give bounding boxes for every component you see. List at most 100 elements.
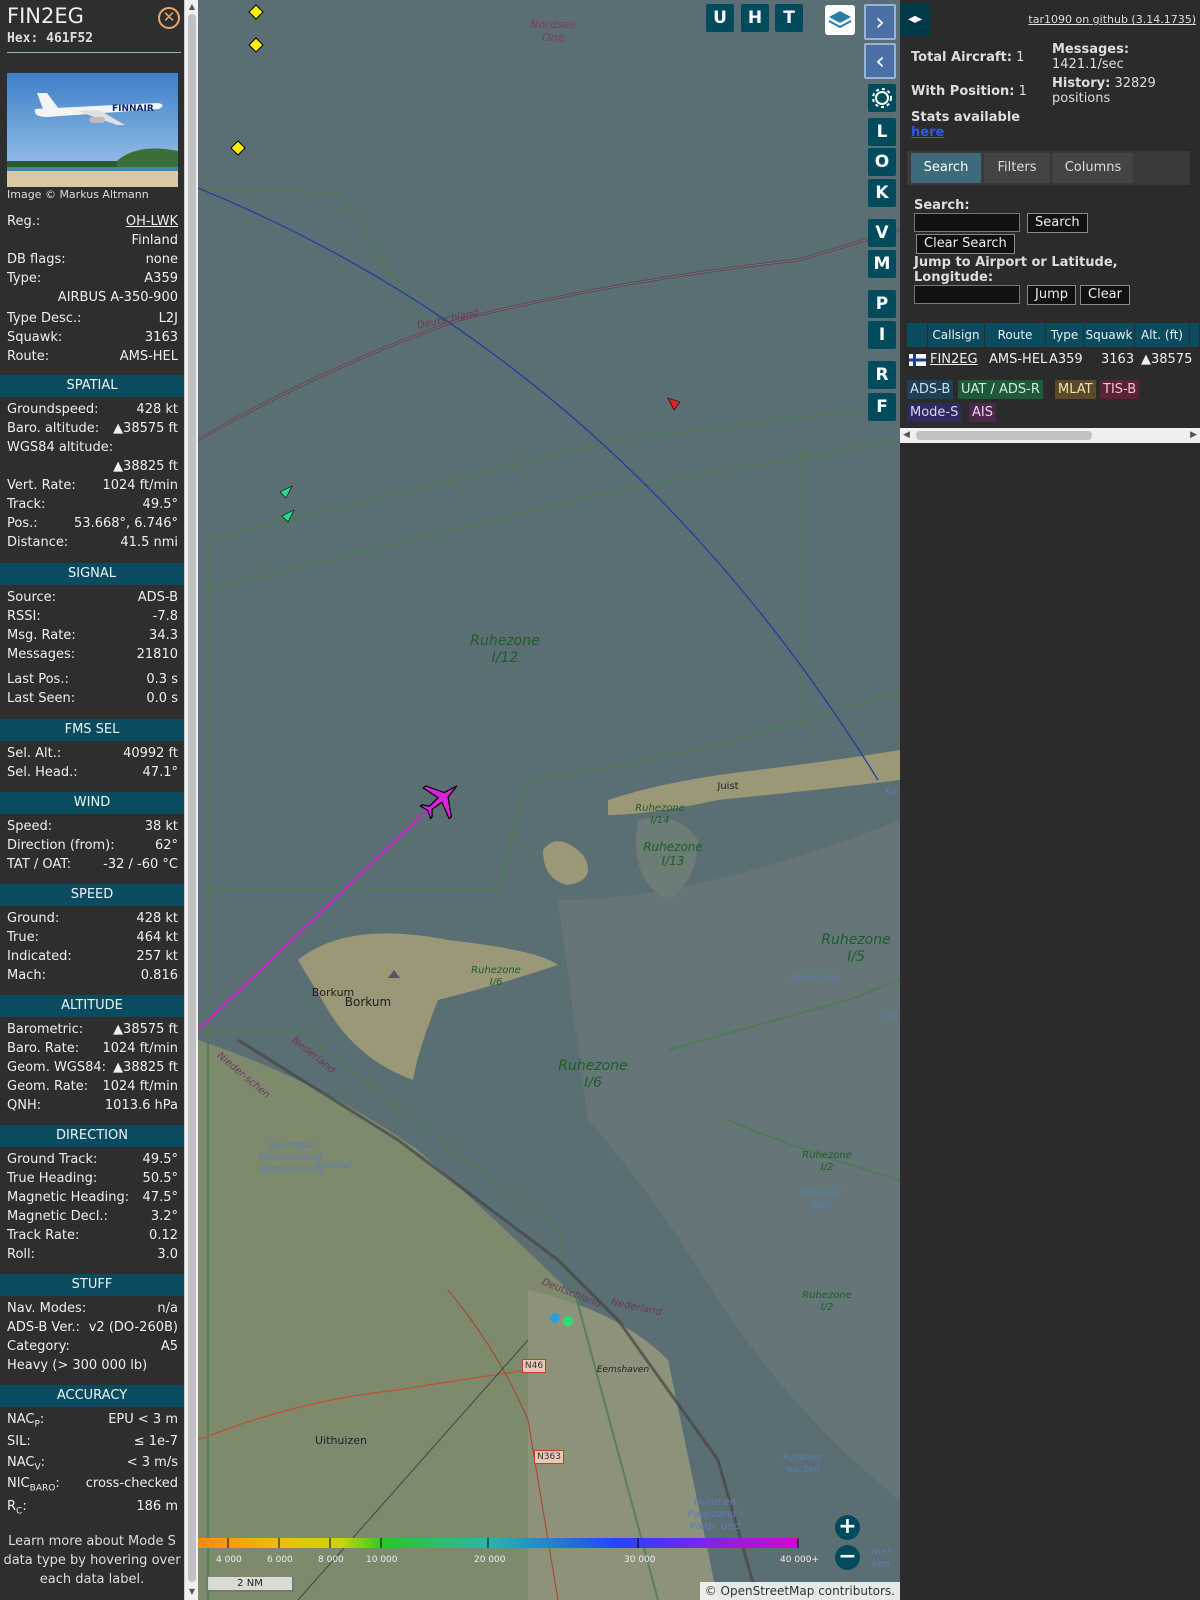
info-label[interactable]: Messages:	[7, 647, 75, 662]
info-label[interactable]: True Heading:	[7, 1171, 97, 1186]
legend-label: 4 000	[216, 1555, 242, 1565]
info-label[interactable]: Mach:	[7, 968, 46, 983]
info-label[interactable]: Geom. WGS84:	[7, 1060, 106, 1075]
detail-value: Finland	[131, 233, 178, 248]
zoom-out-icon[interactable]: −	[835, 1545, 860, 1570]
info-label[interactable]: Last Pos.:	[7, 672, 69, 687]
expand-arrows-icon[interactable]: ◂▸	[900, 3, 930, 36]
info-label[interactable]: Pos.:	[7, 516, 38, 531]
close-icon[interactable]: ✕	[158, 7, 180, 29]
toggle-i-button[interactable]: I	[868, 321, 896, 349]
table-header-route[interactable]: Route	[985, 323, 1046, 347]
info-label[interactable]: QNH:	[7, 1098, 41, 1113]
row-route: AMS-HEL	[989, 352, 1048, 367]
info-label[interactable]: Category:	[7, 1339, 70, 1354]
info-label[interactable]: RC:	[7, 1499, 27, 1517]
selected-aircraft-icon[interactable]	[413, 771, 470, 828]
scroll-right-icon[interactable]: ▶	[1190, 428, 1197, 443]
info-label[interactable]: Source:	[7, 590, 56, 605]
toggle-f-button[interactable]: F	[868, 393, 896, 421]
info-label[interactable]: Speed:	[7, 819, 52, 834]
toggle-l-button[interactable]: L	[868, 118, 896, 146]
search-input[interactable]	[914, 213, 1020, 232]
chevron-left-icon[interactable]: ‹	[864, 43, 896, 79]
toggle-v-button[interactable]: V	[868, 219, 896, 247]
table-header-more[interactable]	[1190, 323, 1200, 347]
info-label[interactable]: Msg. Rate:	[7, 628, 76, 643]
toggle-t-button[interactable]: T	[775, 4, 803, 32]
chevron-right-icon[interactable]: ›	[864, 4, 896, 40]
zoom-in-icon[interactable]: +	[835, 1515, 860, 1540]
info-label[interactable]: Sel. Head.:	[7, 765, 78, 780]
clear-button[interactable]: Clear	[1080, 285, 1130, 305]
scroll-up-icon[interactable]: ▲	[187, 1, 197, 13]
info-label[interactable]: Ground:	[7, 911, 59, 926]
scrollbar-thumb[interactable]	[188, 14, 196, 1582]
jump-button[interactable]: Jump	[1027, 285, 1076, 305]
info-label[interactable]: Baro. Rate:	[7, 1041, 79, 1056]
scroll-left-icon[interactable]: ◀	[903, 428, 910, 443]
info-label[interactable]: Indicated:	[7, 949, 72, 964]
info-label[interactable]: Magnetic Decl.:	[7, 1209, 108, 1224]
info-label[interactable]: Nav. Modes:	[7, 1301, 86, 1316]
toggle-u-button[interactable]: U	[706, 4, 734, 32]
table-header-altitude[interactable]: Alt. (ft)	[1135, 323, 1190, 347]
info-label[interactable]: Baro. altitude:	[7, 421, 99, 436]
info-label[interactable]: Vert. Rate:	[7, 478, 76, 493]
jump-input[interactable]	[914, 285, 1020, 304]
github-link[interactable]: tar1090 on github (3.14.1735)	[1028, 13, 1196, 26]
search-button[interactable]: Search	[1027, 213, 1088, 233]
info-label[interactable]: WGS84 altitude:	[7, 440, 113, 455]
tab-filters[interactable]: Filters	[984, 153, 1050, 183]
info-label[interactable]: NACV:	[7, 1455, 45, 1473]
aircraft-marker	[667, 397, 681, 411]
table-header-squawk[interactable]: Squawk	[1084, 323, 1135, 347]
info-label[interactable]: Barometric:	[7, 1022, 83, 1037]
info-panel-scrollbar[interactable]: ▲ ▼	[184, 0, 198, 1600]
info-label[interactable]: SIL:	[7, 1434, 31, 1449]
layers-icon[interactable]	[825, 5, 855, 35]
info-label[interactable]: Geom. Rate:	[7, 1079, 88, 1094]
toggle-o-button[interactable]: O	[868, 148, 896, 176]
info-label[interactable]: Track:	[7, 497, 45, 512]
scroll-down-icon[interactable]: ▼	[187, 1586, 197, 1598]
osm-link[interactable]: OpenStreetMap	[721, 1584, 815, 1598]
info-label[interactable]: Groundspeed:	[7, 402, 98, 417]
detail-row: Type: A359	[7, 271, 178, 289]
info-label[interactable]: True:	[7, 930, 39, 945]
info-label[interactable]: RSSI:	[7, 609, 41, 624]
info-value: 428 kt	[136, 402, 178, 417]
toggle-r-button[interactable]: R	[868, 361, 896, 389]
map-view[interactable]: Nordsee One Ruhezone I/12 Ruhezone I/14 …	[198, 0, 900, 1600]
info-label[interactable]: Magnetic Heading:	[7, 1190, 129, 1205]
stats-here-link[interactable]: here	[911, 125, 944, 140]
aircraft-photo[interactable]: FINNAIR	[7, 73, 178, 187]
clear-search-button[interactable]: Clear Search	[916, 234, 1015, 254]
toggle-p-button[interactable]: P	[868, 290, 896, 318]
info-label[interactable]: Distance:	[7, 535, 68, 550]
info-label[interactable]: TAT / OAT:	[7, 857, 71, 872]
info-label[interactable]: Sel. Alt.:	[7, 746, 61, 761]
toggle-h-button[interactable]: H	[741, 4, 769, 32]
info-label[interactable]: ADS-B Ver.:	[7, 1320, 80, 1335]
table-horizontal-scrollbar[interactable]: ◀ ▶	[900, 428, 1200, 443]
info-label[interactable]: NICBARO:	[7, 1476, 60, 1494]
info-label[interactable]: NACP:	[7, 1412, 44, 1430]
info-label[interactable]: Direction (from):	[7, 838, 115, 853]
info-label[interactable]: Last Seen:	[7, 691, 75, 706]
map-canvas	[198, 4, 900, 1600]
table-header-type[interactable]: Type	[1046, 323, 1084, 347]
info-label[interactable]: Heavy (> 300 000 lb)	[7, 1358, 147, 1373]
toggle-k-button[interactable]: K	[868, 179, 896, 207]
toggle-m-button[interactable]: M	[868, 250, 896, 278]
detail-value[interactable]: OH-LWK	[126, 214, 178, 229]
scrollbar-thumb[interactable]	[916, 431, 1092, 440]
row-callsign[interactable]: FIN2EG	[930, 350, 978, 370]
tab-columns[interactable]: Columns	[1053, 153, 1133, 183]
table-header-callsign[interactable]: Callsign	[928, 323, 985, 347]
info-label[interactable]: Track Rate:	[7, 1228, 79, 1243]
info-label[interactable]: Ground Track:	[7, 1152, 97, 1167]
info-label[interactable]: Roll:	[7, 1247, 35, 1262]
settings-gear-icon[interactable]	[868, 84, 896, 112]
tab-search[interactable]: Search	[911, 153, 981, 183]
